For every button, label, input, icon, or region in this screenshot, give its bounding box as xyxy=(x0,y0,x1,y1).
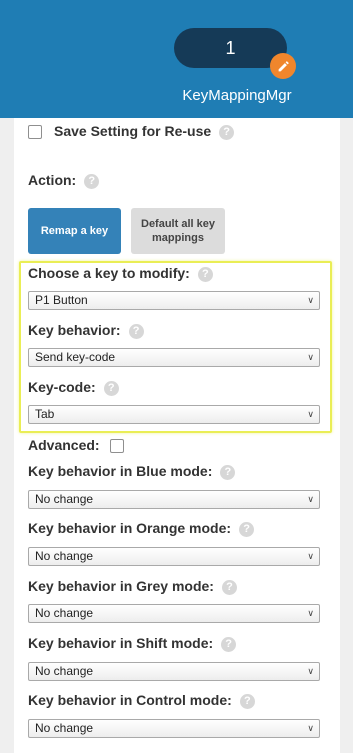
modify-select[interactable]: P1 Button ∨ xyxy=(28,291,320,310)
app-header: 1 KeyMappingMgr xyxy=(0,0,353,118)
orange-mode-value: No change xyxy=(35,549,94,563)
modify-label: Choose a key to modify: xyxy=(28,265,190,281)
chevron-down-icon: ∨ xyxy=(307,551,314,561)
shift-mode-select[interactable]: No change ∨ xyxy=(28,662,320,681)
question-icon[interactable]: ? xyxy=(84,173,100,189)
count-value: 1 xyxy=(225,38,236,58)
keycode-label-row: Key-code:? xyxy=(28,379,119,396)
control-mode-label: Key behavior in Control mode: xyxy=(28,692,232,708)
default-mappings-button[interactable]: Default all key mappings xyxy=(131,208,225,254)
question-icon[interactable]: ? xyxy=(103,380,119,396)
default-mappings-line1: Default all key xyxy=(141,218,215,230)
advanced-label: Advanced: xyxy=(28,437,100,453)
shift-mode-value: No change xyxy=(35,664,94,678)
left-gutter xyxy=(0,118,14,753)
action-label-row: Action:? xyxy=(28,172,100,189)
question-icon[interactable]: ? xyxy=(221,636,237,652)
grey-mode-value: No change xyxy=(35,606,94,620)
shift-mode-label: Key behavior in Shift mode: xyxy=(28,635,214,651)
question-icon[interactable]: ? xyxy=(128,323,144,339)
app-title: KeyMappingMgr xyxy=(182,87,292,104)
grey-mode-label-row: Key behavior in Grey mode:? xyxy=(28,578,237,595)
chevron-down-icon: ∨ xyxy=(307,295,314,305)
question-icon[interactable]: ? xyxy=(219,124,235,140)
question-icon[interactable]: ? xyxy=(220,464,236,480)
keycode-select[interactable]: Tab ∨ xyxy=(28,405,320,424)
chevron-down-icon: ∨ xyxy=(307,666,314,676)
right-gutter xyxy=(340,118,353,753)
save-setting-row: Save Setting for Re-use? xyxy=(28,123,235,140)
control-mode-value: No change xyxy=(35,721,94,735)
chevron-down-icon: ∨ xyxy=(307,494,314,504)
remap-key-button[interactable]: Remap a key xyxy=(28,208,121,254)
save-setting-checkbox[interactable] xyxy=(28,125,42,140)
modify-label-row: Choose a key to modify:? xyxy=(28,265,213,282)
blue-mode-label: Key behavior in Blue mode: xyxy=(28,463,213,479)
chevron-down-icon: ∨ xyxy=(307,723,314,733)
default-mappings-line2: mappings xyxy=(152,232,204,244)
modify-value: P1 Button xyxy=(35,293,88,307)
orange-mode-label: Key behavior in Orange mode: xyxy=(28,520,232,536)
chevron-down-icon: ∨ xyxy=(307,608,314,618)
keycode-value: Tab xyxy=(35,407,55,421)
question-icon[interactable]: ? xyxy=(239,693,255,709)
question-icon[interactable]: ? xyxy=(239,521,255,537)
behavior-value: Send key-code xyxy=(35,350,116,364)
question-icon[interactable]: ? xyxy=(221,579,237,595)
control-mode-select[interactable]: No change ∨ xyxy=(28,719,320,738)
control-mode-label-row: Key behavior in Control mode:? xyxy=(28,692,255,709)
shift-mode-label-row: Key behavior in Shift mode:? xyxy=(28,635,237,652)
chevron-down-icon: ∨ xyxy=(307,409,314,419)
blue-mode-select[interactable]: No change ∨ xyxy=(28,490,320,509)
blue-mode-value: No change xyxy=(35,492,94,506)
action-label: Action: xyxy=(28,172,77,188)
chevron-down-icon: ∨ xyxy=(307,352,314,362)
default-mappings-label: Default all key mappings xyxy=(141,217,215,245)
edit-button[interactable] xyxy=(270,53,296,79)
advanced-row: Advanced: xyxy=(28,437,124,454)
behavior-select[interactable]: Send key-code ∨ xyxy=(28,348,320,367)
pencil-icon xyxy=(278,60,289,71)
behavior-label-row: Key behavior:? xyxy=(28,322,144,339)
blue-mode-label-row: Key behavior in Blue mode:? xyxy=(28,463,236,480)
question-icon[interactable]: ? xyxy=(197,266,213,282)
advanced-checkbox[interactable] xyxy=(109,439,124,454)
orange-mode-label-row: Key behavior in Orange mode:? xyxy=(28,520,255,537)
keycode-label: Key-code: xyxy=(28,379,96,395)
behavior-label: Key behavior: xyxy=(28,322,121,338)
orange-mode-select[interactable]: No change ∨ xyxy=(28,547,320,566)
grey-mode-label: Key behavior in Grey mode: xyxy=(28,578,214,594)
remap-key-label: Remap a key xyxy=(40,225,109,237)
save-setting-label: Save Setting for Re-use xyxy=(54,123,212,139)
grey-mode-select[interactable]: No change ∨ xyxy=(28,604,320,623)
